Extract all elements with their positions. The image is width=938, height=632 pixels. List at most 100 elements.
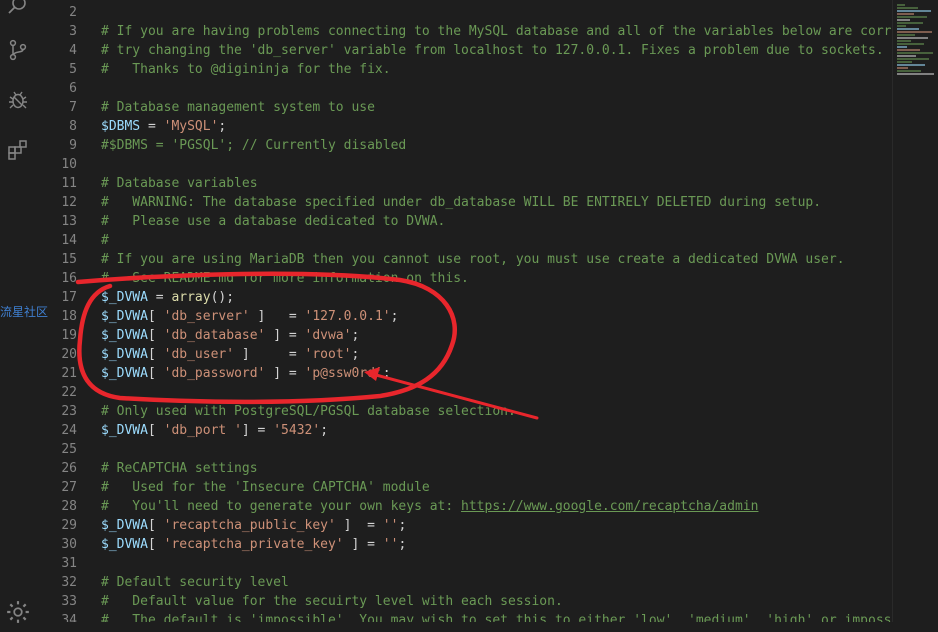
- line-number: 30: [61, 537, 77, 552]
- code-token: [: [147, 423, 164, 438]
- code-token: ();: [210, 290, 235, 305]
- code-token: [: [147, 518, 164, 533]
- code-line[interactable]: 30 $_DVWA[ 'recaptcha_private_key' ] = ''…: [35, 535, 892, 554]
- code-token: '': [382, 518, 399, 533]
- line-number: 9: [69, 138, 77, 153]
- code-token: ] =: [249, 309, 305, 324]
- code-token: '127.0.0.1': [304, 309, 391, 324]
- settings-gear-icon[interactable]: [0, 592, 35, 632]
- line-number: 27: [61, 480, 77, 495]
- code-line[interactable]: 22: [35, 383, 892, 402]
- code-token: 'db_database': [163, 328, 266, 343]
- line-number: 29: [61, 518, 77, 533]
- minimap-line: [897, 19, 910, 21]
- line-number: 23: [61, 404, 77, 419]
- code-line[interactable]: 29 $_DVWA[ 'recaptcha_public_key' ] = '';: [35, 516, 892, 535]
- code-text: # Used for the 'Insecure CAPTCHA' module: [101, 478, 430, 497]
- code-token: # Thanks to @digininja for the fix.: [101, 62, 391, 77]
- line-number: 3: [69, 24, 77, 39]
- code-text: # If you are using MariaDB then you cann…: [101, 250, 845, 269]
- code-line[interactable]: 19 $_DVWA[ 'db_database' ] = 'dvwa';: [35, 326, 892, 345]
- code-line[interactable]: 16 # See README.md for more information o…: [35, 269, 892, 288]
- code-token: 'recaptcha_private_key': [163, 537, 344, 552]
- code-line[interactable]: 18 $_DVWA[ 'db_server' ] = '127.0.0.1';: [35, 307, 892, 326]
- code-token: [: [147, 537, 164, 552]
- code-token: # Only used with PostgreSQL/PGSQL databa…: [101, 404, 516, 419]
- debug-icon[interactable]: [0, 80, 35, 120]
- code-line[interactable]: 8 $DBMS = 'MySQL';: [35, 117, 892, 136]
- code-line[interactable]: 6: [35, 79, 892, 98]
- extensions-icon[interactable]: [0, 130, 35, 170]
- minimap-line: [897, 7, 918, 9]
- minimap-line: [897, 28, 919, 30]
- code-text: # try changing the 'db_server' variable …: [101, 41, 884, 60]
- code-token: 'p@ssw0rd': [304, 366, 383, 381]
- code-line[interactable]: 33 # Default value for the secuirty level…: [35, 592, 892, 611]
- code-token: 'MySQL': [163, 119, 219, 134]
- minimap-line: [897, 46, 907, 48]
- code-line[interactable]: 20 $_DVWA[ 'db_user' ] = 'root';: [35, 345, 892, 364]
- code-line[interactable]: 5 # Thanks to @digininja for the fix.: [35, 60, 892, 79]
- line-number: 15: [61, 252, 77, 267]
- code-line[interactable]: 24 $_DVWA[ 'db_port '] = '5432';: [35, 421, 892, 440]
- line-number: 11: [61, 176, 77, 191]
- code-line[interactable]: 4 # try changing the 'db_server' variable…: [35, 41, 892, 60]
- minimap-line: [897, 43, 924, 45]
- line-number: 2: [69, 5, 77, 20]
- code-text: # Database variables: [101, 174, 258, 193]
- minimap-line: [897, 13, 914, 15]
- code-token: #$DBMS = 'PGSQL'; // Currently disabled: [101, 138, 407, 153]
- code-token: # Default security level: [101, 575, 289, 590]
- code-line[interactable]: 21 $_DVWA[ 'db_password' ] = 'p@ssw0rd';: [35, 364, 892, 383]
- line-number: 26: [61, 461, 77, 476]
- code-line[interactable]: 3 # If you are having problems connecting…: [35, 22, 892, 41]
- code-token: [: [147, 366, 164, 381]
- code-token: ;: [398, 537, 407, 552]
- code-token: =: [147, 290, 172, 305]
- code-line[interactable]: 23 # Only used with PostgreSQL/PGSQL data…: [35, 402, 892, 421]
- code-token: $_DVWA: [101, 423, 148, 438]
- minimap-line: [897, 61, 912, 63]
- minimap-line: [897, 31, 932, 33]
- code-token: [: [147, 309, 164, 324]
- code-line[interactable]: 27 # Used for the 'Insecure CAPTCHA' modu…: [35, 478, 892, 497]
- line-number: 25: [61, 442, 77, 457]
- code-line[interactable]: 25: [35, 440, 892, 459]
- code-text: #: [101, 231, 109, 250]
- code-line[interactable]: 28 # You'll need to generate your own key…: [35, 497, 892, 516]
- code-line[interactable]: 9 #$DBMS = 'PGSQL'; // Currently disabled: [35, 136, 892, 155]
- code-line[interactable]: 14 #: [35, 231, 892, 250]
- code-line[interactable]: 32 # Default security level: [35, 573, 892, 592]
- source-control-icon[interactable]: [0, 30, 35, 70]
- code-editor[interactable]: 2 3 # If you are having problems connectin…: [35, 0, 892, 622]
- code-line[interactable]: 17 $_DVWA = array();: [35, 288, 892, 307]
- code-token: # You'll need to generate your own keys …: [101, 499, 462, 514]
- code-line[interactable]: 7 # Database management system to use: [35, 98, 892, 117]
- code-line[interactable]: 34 # The default is 'impossible'. You may…: [35, 611, 892, 622]
- code-link[interactable]: https://www.google.com/recaptcha/admin: [461, 499, 758, 514]
- code-token: 'db_user': [163, 347, 235, 362]
- minimap[interactable]: [892, 0, 938, 622]
- code-line[interactable]: 12 # WARNING: The database specified unde…: [35, 193, 892, 212]
- code-token: # Used for the 'Insecure CAPTCHA' module: [101, 480, 430, 495]
- code-token: 'db_server': [163, 309, 250, 324]
- code-line[interactable]: 11 # Database variables: [35, 174, 892, 193]
- minimap-line: [897, 16, 927, 18]
- code-token: ;: [320, 423, 329, 438]
- code-line[interactable]: 26 # ReCAPTCHA settings: [35, 459, 892, 478]
- code-text: $_DVWA[ 'db_port '] = '5432';: [101, 421, 328, 440]
- code-token: 'db_port ': [163, 423, 242, 438]
- code-line[interactable]: 10: [35, 155, 892, 174]
- code-line[interactable]: 2: [35, 3, 892, 22]
- code-token: # If you are having problems connecting …: [101, 24, 892, 39]
- code-token: '5432': [273, 423, 321, 438]
- code-line[interactable]: 13 # Please use a database dedicated to D…: [35, 212, 892, 231]
- line-number: 4: [69, 43, 77, 58]
- line-number: 20: [61, 347, 77, 362]
- code-token: ;: [398, 518, 407, 533]
- code-text: # The default is 'impossible'. You may w…: [101, 611, 892, 622]
- line-number: 21: [61, 366, 77, 381]
- code-line[interactable]: 15 # If you are using MariaDB then you ca…: [35, 250, 892, 269]
- code-line[interactable]: 31: [35, 554, 892, 573]
- search-icon[interactable]: [0, 0, 35, 26]
